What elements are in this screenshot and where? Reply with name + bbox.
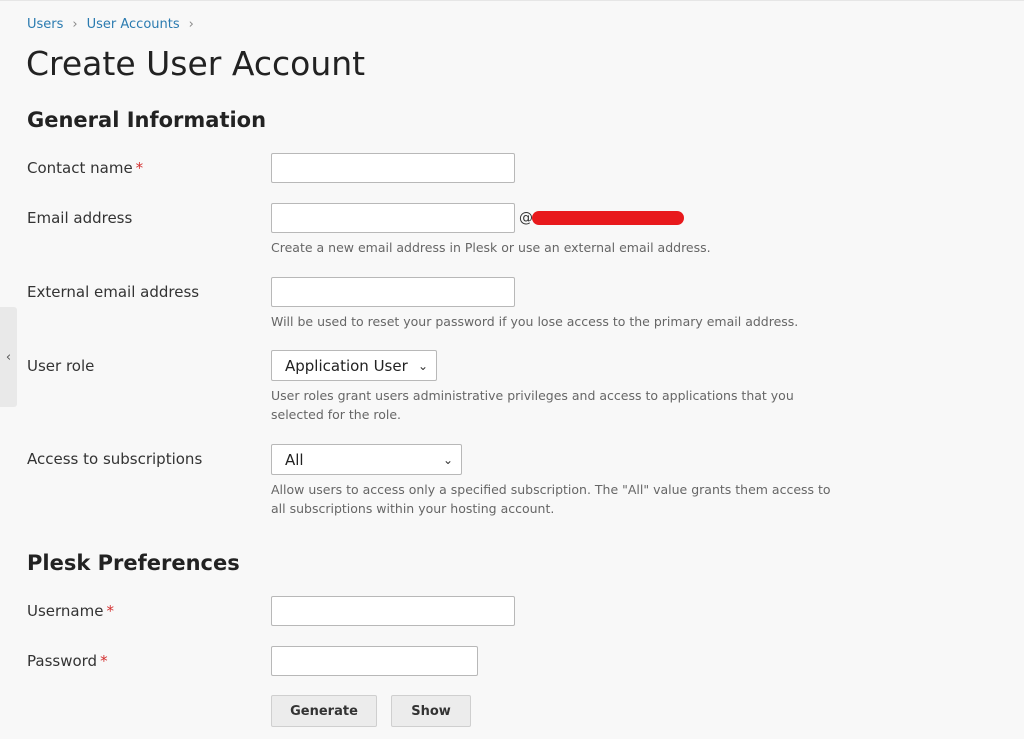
external-email-hint: Will be used to reset your password if y… bbox=[271, 314, 799, 329]
sidebar-collapse-toggle[interactable]: ‹ bbox=[0, 307, 17, 407]
general-information-heading: General Information bbox=[27, 108, 267, 132]
contact-name-input[interactable] bbox=[271, 153, 515, 183]
username-label: Username * bbox=[27, 602, 114, 620]
required-marker: * bbox=[106, 602, 114, 620]
chevron-right-icon: › bbox=[188, 17, 194, 32]
chevron-left-icon: ‹ bbox=[5, 349, 12, 365]
user-role-hint: User roles grant users administrative pr… bbox=[271, 388, 794, 422]
plesk-preferences-heading: Plesk Preferences bbox=[27, 551, 240, 575]
chevron-down-icon: ⌄ bbox=[442, 452, 453, 467]
password-label-text: Password bbox=[27, 652, 98, 670]
required-marker: * bbox=[135, 159, 144, 177]
redacted-domain bbox=[532, 211, 684, 225]
breadcrumb-user-accounts[interactable]: User Accounts bbox=[87, 17, 180, 32]
top-divider bbox=[0, 0, 1024, 1]
username-label-text: Username bbox=[27, 602, 104, 620]
email-at-sign: @ bbox=[519, 210, 533, 226]
page-title: Create User Account bbox=[26, 44, 366, 83]
contact-name-label-text: Contact name bbox=[27, 159, 133, 177]
email-address-input[interactable] bbox=[271, 203, 515, 233]
subscriptions-selected: All bbox=[285, 450, 304, 469]
user-role-select[interactable]: Application User ⌄ bbox=[271, 350, 437, 381]
subscriptions-label: Access to subscriptions bbox=[27, 450, 203, 468]
contact-name-label: Contact name * bbox=[27, 159, 143, 177]
chevron-down-icon: ⌄ bbox=[417, 358, 428, 373]
username-input[interactable] bbox=[271, 596, 515, 626]
external-email-input[interactable] bbox=[271, 277, 515, 307]
breadcrumb-users[interactable]: Users bbox=[27, 17, 63, 32]
generate-password-button[interactable]: Generate bbox=[271, 695, 377, 727]
password-label: Password * bbox=[27, 652, 108, 670]
subscriptions-hint: Allow users to access only a specified s… bbox=[271, 482, 831, 516]
show-password-button[interactable]: Show bbox=[391, 695, 471, 727]
user-role-label: User role bbox=[27, 357, 95, 375]
user-role-selected: Application User bbox=[285, 356, 408, 375]
breadcrumb: Users › User Accounts › bbox=[27, 17, 203, 32]
external-email-label: External email address bbox=[27, 283, 200, 301]
subscriptions-select[interactable]: All ⌄ bbox=[271, 444, 462, 475]
password-input[interactable] bbox=[271, 646, 478, 676]
chevron-right-icon: › bbox=[72, 17, 78, 32]
email-address-hint: Create a new email address in Plesk or u… bbox=[271, 240, 711, 255]
required-marker: * bbox=[100, 652, 108, 670]
email-address-label: Email address bbox=[27, 209, 133, 227]
